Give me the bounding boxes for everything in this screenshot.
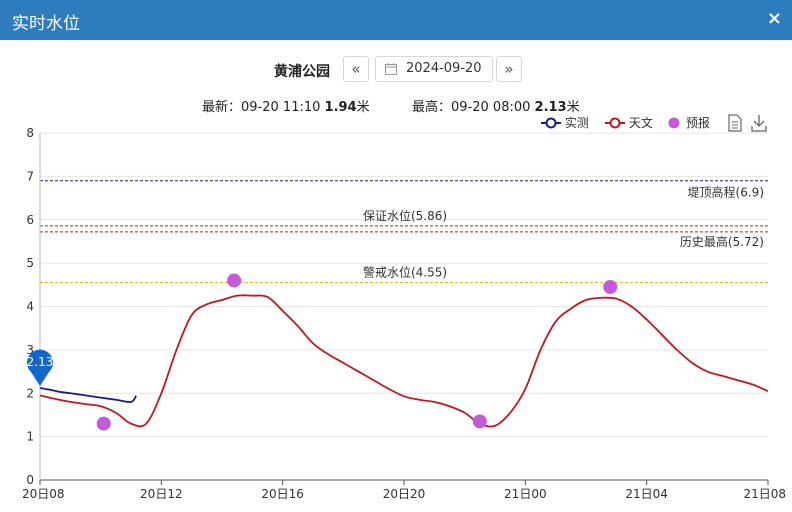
latest-marker: 2.13 — [27, 349, 54, 387]
y-tick-label: 1 — [26, 430, 34, 444]
reference-line-label: 警戒水位(4.55) — [363, 265, 447, 280]
y-tick-label: 7 — [26, 169, 34, 183]
y-tick-label: 2 — [26, 386, 34, 400]
x-tick-label: 21日08 — [743, 487, 786, 501]
reference-line-label: 保证水位(5.86) — [363, 208, 447, 223]
forecast-point — [227, 273, 242, 288]
series-layer — [39, 273, 769, 431]
x-tick-label: 21日04 — [625, 487, 668, 501]
grid — [40, 132, 768, 481]
marker-label: 2.13 — [27, 355, 54, 369]
y-tick-label: 8 — [26, 126, 34, 140]
y-tick-label: 0 — [26, 473, 34, 487]
reference-line-label: 堤顶高程(6.9) — [688, 185, 764, 200]
reference-line-label: 历史最高(5.72) — [680, 234, 764, 249]
axes: 01234567820日08 20日12 20日16 20日20 21日00 21日04 2… — [22, 126, 786, 501]
water-level-chart: 堤顶高程(6.9)保证水位(5.86)历史最高(5.72)警戒水位(4.55) … — [22, 126, 786, 501]
astronomical-series-line — [39, 294, 769, 428]
y-tick-label: 4 — [26, 300, 34, 314]
forecast-point — [603, 279, 618, 294]
x-tick-label: 20日16 — [261, 487, 304, 501]
forecast-point — [96, 416, 111, 431]
x-tick-label: 21日00 — [504, 487, 547, 501]
x-tick-label: 20日08 — [22, 487, 65, 501]
y-tick-label: 5 — [26, 256, 34, 270]
reference-lines: 堤顶高程(6.9) 保证水位(5.86) 历史最高(5.72) 警戒水位(4.55) — [40, 180, 768, 284]
x-tick-label: 20日12 — [140, 487, 183, 501]
x-tick-label: 20日20 — [383, 487, 426, 501]
forecast-point — [472, 414, 487, 429]
y-tick-label: 6 — [26, 213, 34, 227]
measured-series-line — [39, 387, 137, 403]
